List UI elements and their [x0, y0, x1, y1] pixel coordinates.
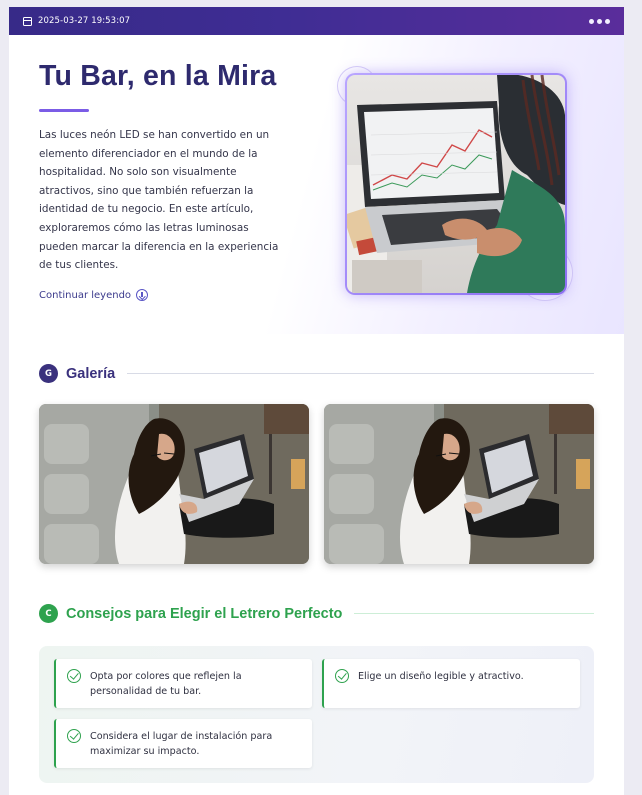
divider — [127, 373, 594, 374]
tips-header: C Consejos para Elegir el Letrero Perfec… — [39, 604, 594, 623]
tips-badge: C — [39, 604, 58, 623]
tip-item: Opta por colores que reflejen la persona… — [54, 659, 312, 708]
hero-section: Tu Bar, en la Mira Las luces neón LED se… — [9, 35, 624, 334]
continue-reading-link[interactable]: Continuar leyendo — [39, 289, 149, 301]
calendar-icon — [23, 16, 32, 26]
laptop-trading-photo — [347, 75, 565, 293]
woman-laptop-photo — [324, 404, 594, 564]
tip-text: Elige un diseño legible y atractivo. — [358, 671, 524, 682]
hero-body: Las luces neón LED se han convertido en … — [39, 129, 279, 272]
top-bar: 2025-03-27 19:53:07 — [9, 7, 624, 35]
article-card: 2025-03-27 19:53:07 Tu Bar, en la Mira L… — [9, 7, 624, 795]
continue-reading-label: Continuar leyendo — [39, 289, 132, 301]
more-dots-icon[interactable] — [589, 18, 610, 24]
tip-text: Considera el lugar de instalación para m… — [90, 731, 273, 757]
tip-item: Elige un diseño legible y atractivo. — [322, 659, 580, 708]
tip-text: Opta por colores que reflejen la persona… — [90, 671, 242, 697]
tip-item: Considera el lugar de instalación para m… — [54, 719, 312, 768]
check-circle-icon — [335, 669, 349, 683]
date-label: 2025-03-27 19:53:07 — [38, 16, 131, 26]
page-title: Tu Bar, en la Mira — [39, 60, 277, 92]
check-circle-icon — [67, 729, 81, 743]
woman-laptop-photo — [39, 404, 309, 564]
tips-panel: Opta por colores que reflejen la persona… — [39, 646, 594, 783]
gallery-photo[interactable] — [39, 404, 309, 564]
gallery-photo[interactable] — [324, 404, 594, 564]
divider — [354, 613, 594, 614]
hero-image — [345, 73, 567, 295]
tips-title: Consejos para Elegir el Letrero Perfecto — [66, 605, 343, 622]
gallery-header: G Galería — [39, 364, 594, 383]
check-circle-icon — [67, 669, 81, 683]
gallery-title: Galería — [66, 365, 116, 382]
arrow-down-circle-icon — [136, 289, 149, 301]
gallery-badge: G — [39, 364, 58, 383]
title-underline — [39, 109, 89, 112]
